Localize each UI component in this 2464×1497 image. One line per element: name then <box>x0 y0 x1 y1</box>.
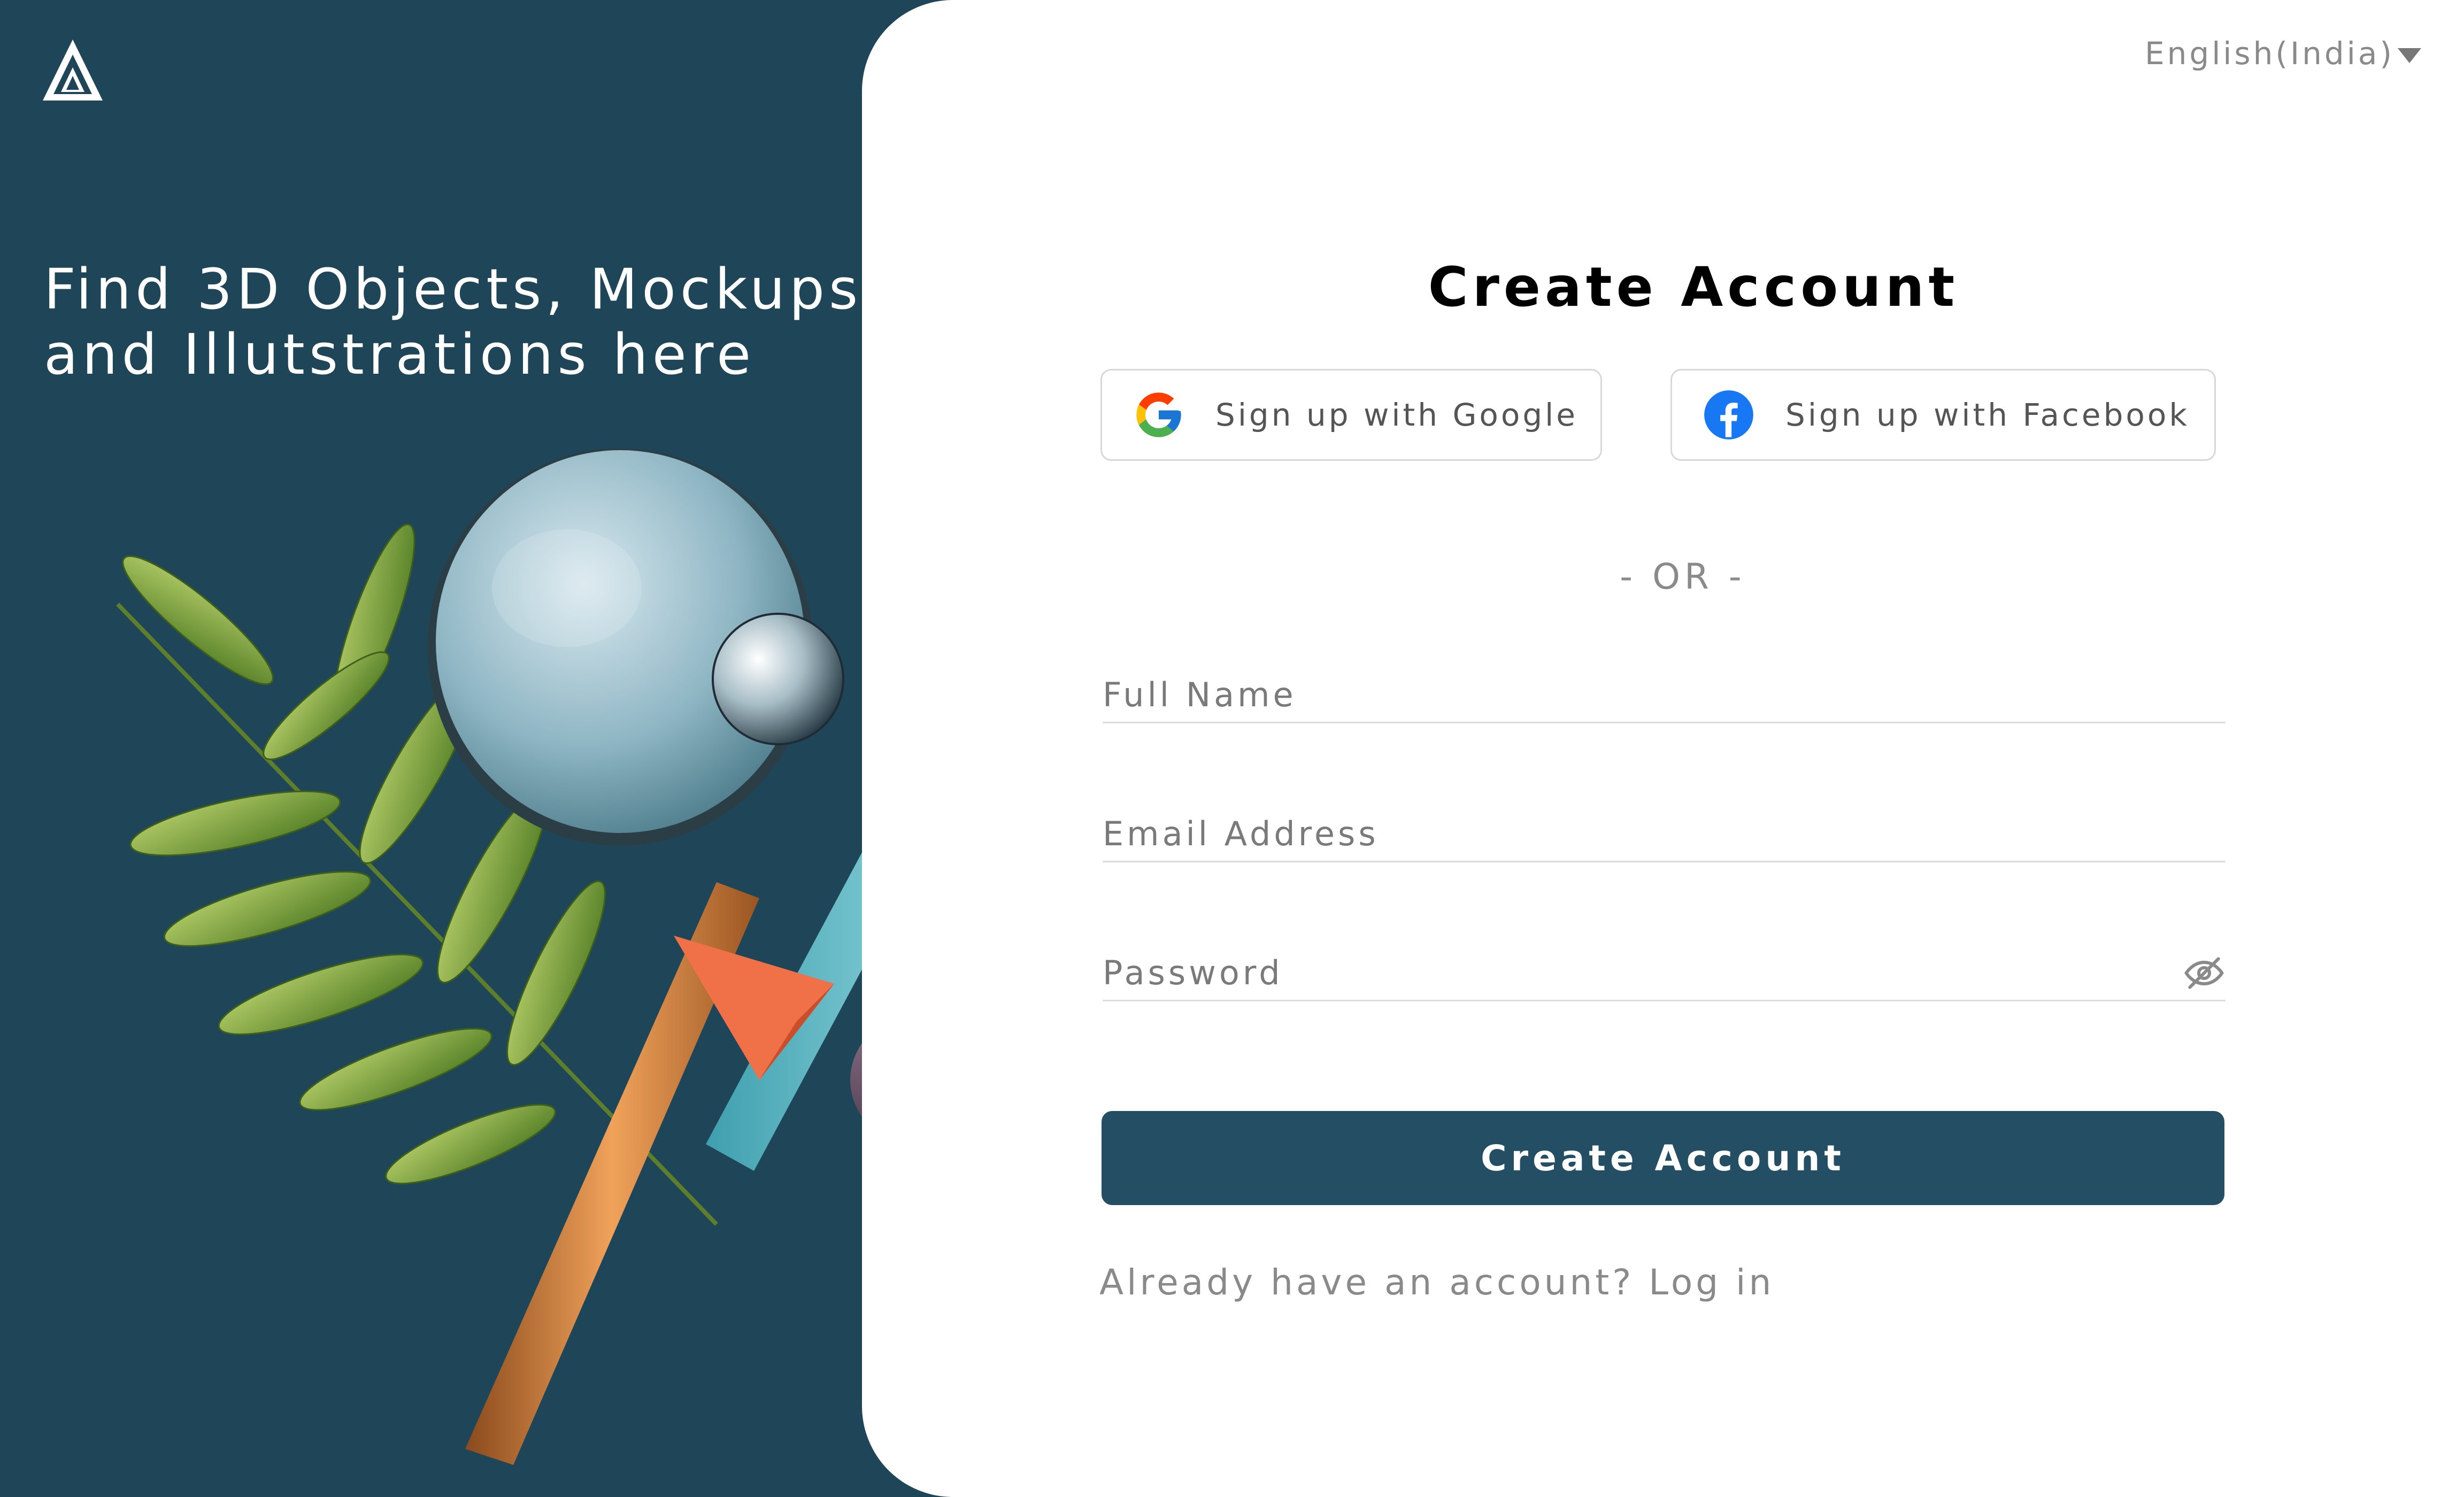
facebook-signup-label: Sign up with Facebook <box>1785 397 2190 433</box>
google-icon <box>1132 388 1185 442</box>
language-label: English(India) <box>2144 35 2394 72</box>
password-input[interactable] <box>1103 953 2151 992</box>
password-field <box>1103 941 2226 1001</box>
google-signup-label: Sign up with Google <box>1215 397 1578 433</box>
glass-bubble <box>712 613 844 745</box>
login-prompt: Already have an account? Log in <box>1099 1262 1774 1303</box>
triangle-logo-icon[interactable] <box>38 36 107 105</box>
facebook-icon <box>1702 388 1755 442</box>
facebook-signup-button[interactable]: Sign up with Facebook <box>1670 369 2216 461</box>
email-field <box>1103 802 2226 862</box>
caret-down-icon <box>2398 48 2421 63</box>
email-input[interactable] <box>1103 814 2151 853</box>
full-name-input[interactable] <box>1103 675 2151 714</box>
login-prompt-text: Already have an account? <box>1099 1262 1635 1303</box>
signup-page: Find 3D Objects, Mockups and Illutstrati… <box>0 0 2464 1497</box>
signup-card: English(India) Create Account Sign up wi… <box>862 0 2464 1497</box>
eye-off-icon[interactable] <box>2183 952 2226 994</box>
tagline-line-2: and Illutstrations here <box>44 322 756 387</box>
hero-tagline: Find 3D Objects, Mockups and Illutstrati… <box>44 257 878 387</box>
or-divider: - OR - <box>1620 556 1746 597</box>
full-name-field <box>1103 663 2226 723</box>
create-account-button[interactable]: Create Account <box>1102 1111 2224 1205</box>
language-selector[interactable]: English(India) <box>2145 35 2421 72</box>
login-link[interactable]: Log in <box>1649 1262 1774 1303</box>
google-signup-button[interactable]: Sign up with Google <box>1100 369 1602 461</box>
tagline-line-1: Find 3D Objects, Mockups <box>44 257 863 322</box>
hero-panel: Find 3D Objects, Mockups and Illutstrati… <box>0 0 1037 1497</box>
page-title: Create Account <box>1428 256 1959 319</box>
